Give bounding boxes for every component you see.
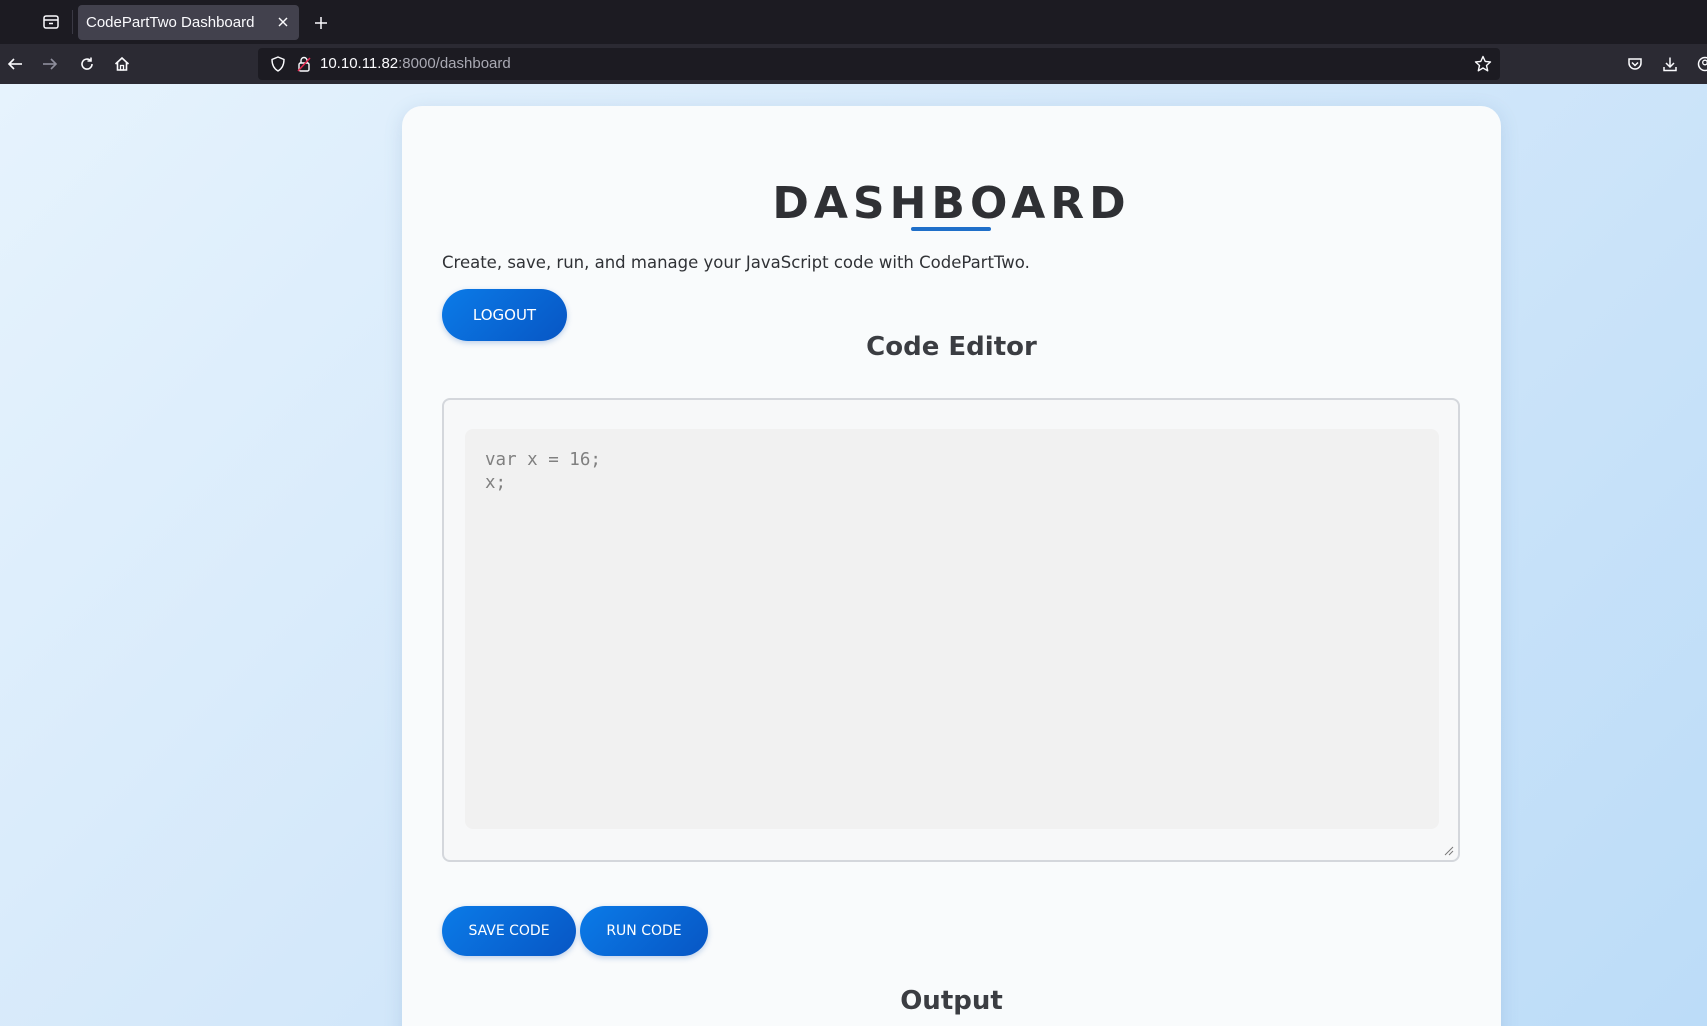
new-tab-plus-icon[interactable] <box>310 12 332 34</box>
close-icon[interactable] <box>275 14 291 30</box>
tab-list-icon[interactable] <box>38 12 64 32</box>
url-path: :8000/dashboard <box>398 55 511 72</box>
lock-icon[interactable] <box>294 54 314 74</box>
shield-icon[interactable] <box>268 54 288 74</box>
save-code-button[interactable]: SAVE CODE <box>442 906 576 956</box>
forward-arrow-right-icon[interactable] <box>38 52 62 76</box>
page-viewport: DASHBOARD Create, save, run, and manage … <box>0 84 1707 1026</box>
code-editor-textarea[interactable]: var x = 16; x; <box>465 429 1439 829</box>
back-arrow-left-icon[interactable] <box>3 52 27 76</box>
output-heading: Output <box>900 986 1003 1016</box>
tab-divider <box>72 10 73 34</box>
browser-nav-bar: 10.10.11.82:8000/dashboard <box>0 44 1707 84</box>
url-host: 10.10.11.82 <box>320 55 399 72</box>
browser-tab[interactable]: CodePartTwo Dashboard <box>78 5 299 40</box>
page-title: DASHBOARD <box>772 178 1131 229</box>
code-editor-heading: Code Editor <box>866 332 1037 362</box>
bookmark-star-icon[interactable] <box>1472 53 1494 75</box>
resize-handle-icon[interactable] <box>1444 846 1454 856</box>
code-editor-container: var x = 16; x; <box>442 398 1460 862</box>
address-bar[interactable]: 10.10.11.82:8000/dashboard <box>258 48 1500 80</box>
tab-title: CodePartTwo Dashboard <box>86 14 255 31</box>
home-icon[interactable] <box>110 52 134 76</box>
title-underline <box>911 227 991 231</box>
account-icon[interactable] <box>1693 52 1707 76</box>
pocket-icon[interactable] <box>1623 52 1647 76</box>
reload-icon[interactable] <box>75 52 99 76</box>
dashboard-card: DASHBOARD Create, save, run, and manage … <box>402 106 1501 1026</box>
download-icon[interactable] <box>1658 52 1682 76</box>
url-text[interactable]: 10.10.11.82:8000/dashboard <box>320 55 511 72</box>
intro-text: Create, save, run, and manage your JavaS… <box>442 253 1030 272</box>
browser-tab-bar: CodePartTwo Dashboard <box>0 0 1707 44</box>
run-code-button[interactable]: RUN CODE <box>580 906 708 956</box>
